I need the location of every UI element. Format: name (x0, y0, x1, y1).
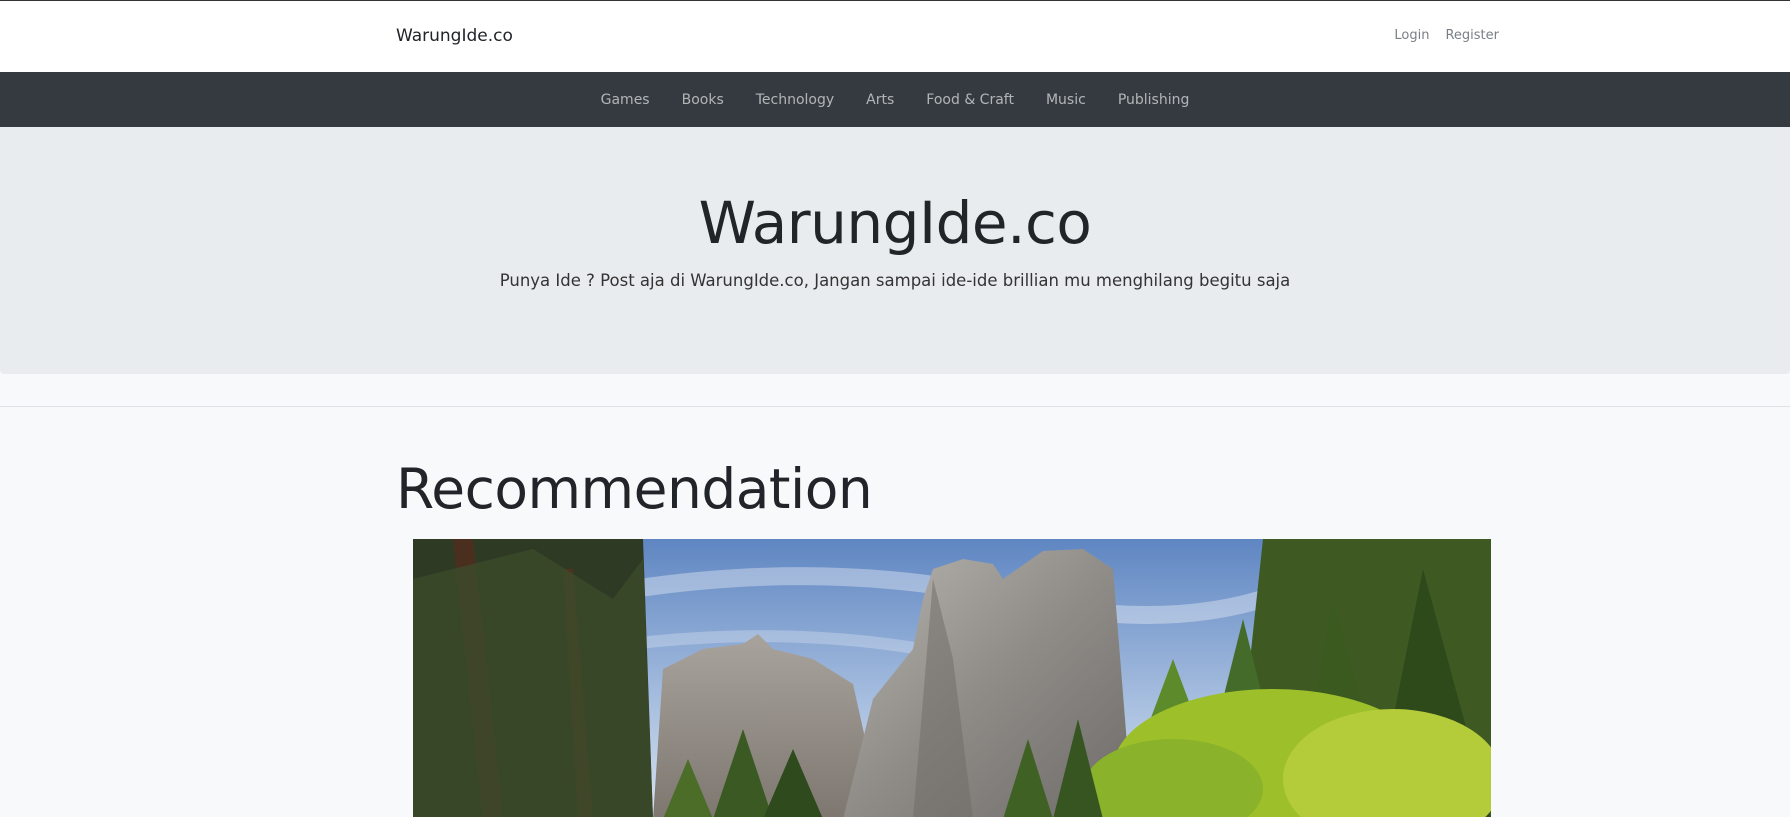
jumbotron-title: WarungIde.co (698, 189, 1092, 257)
register-link[interactable]: Register (1445, 28, 1499, 43)
category-link-food-craft[interactable]: Food & Craft (926, 92, 1014, 108)
auth-links: Login Register (1394, 28, 1499, 43)
category-link-books[interactable]: Books (682, 92, 724, 108)
category-link-publishing[interactable]: Publishing (1118, 92, 1190, 108)
main-content: Recommendation (0, 407, 1790, 817)
category-link-music[interactable]: Music (1046, 92, 1086, 108)
recommendation-image[interactable] (413, 539, 1491, 817)
top-navbar: WarungIde.co Login Register (0, 0, 1790, 72)
landscape-illustration (413, 539, 1491, 817)
category-link-arts[interactable]: Arts (866, 92, 894, 108)
category-link-technology[interactable]: Technology (756, 92, 834, 108)
brand-link[interactable]: WarungIde.co (396, 26, 513, 46)
category-link-games[interactable]: Games (601, 92, 650, 108)
jumbotron: WarungIde.co Punya Ide ? Post aja di War… (0, 127, 1790, 374)
category-navbar: Games Books Technology Arts Food & Craft… (0, 72, 1790, 127)
login-link[interactable]: Login (1394, 28, 1429, 43)
section-title: Recommendation (396, 457, 873, 521)
jumbotron-tagline: Punya Ide ? Post aja di WarungIde.co, Ja… (499, 271, 1291, 290)
